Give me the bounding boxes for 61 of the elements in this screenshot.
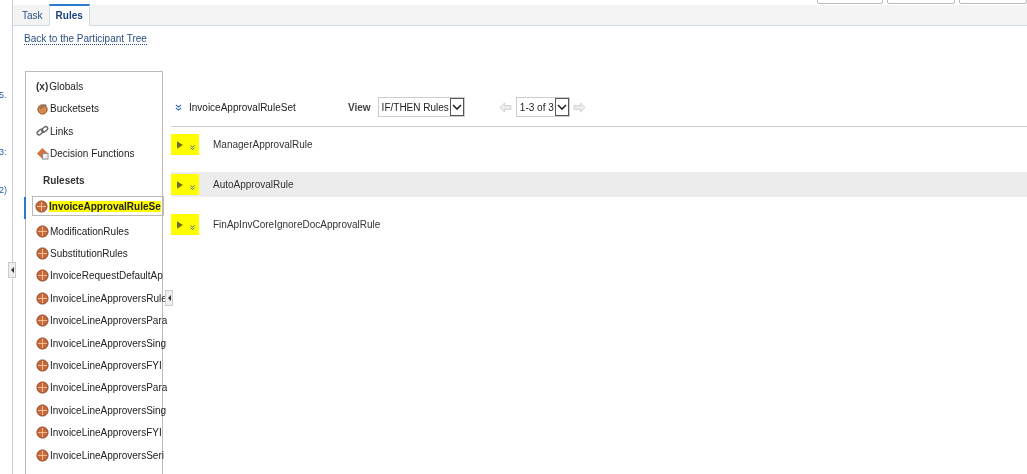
play-icon xyxy=(177,139,183,150)
ruleset-item[interactable]: InvoiceLineApproversSing xyxy=(26,331,167,355)
rule-name: FinApInvCoreIgnoreDocApprovalRule xyxy=(213,219,381,230)
text-fragment: 3: xyxy=(0,147,7,157)
ruleset-item[interactable]: InvoiceLineApproversSing xyxy=(26,399,167,422)
view-label: View xyxy=(348,101,371,113)
ruleset-item[interactable]: SubstitutionRules xyxy=(26,242,128,265)
ruleset-icon xyxy=(36,359,49,373)
rule-name: ManagerApprovalRule xyxy=(213,139,313,150)
sidebar-item[interactable]: Bucketsets xyxy=(26,97,162,120)
rule-row[interactable]: ManagerApprovalRule xyxy=(171,132,1027,157)
function-icon xyxy=(36,147,49,161)
rule-toggle[interactable] xyxy=(171,134,199,155)
collapse-handle[interactable] xyxy=(8,262,16,278)
ruleset-icon xyxy=(36,448,49,462)
ruleset-item[interactable]: InvoiceLineApproversRule xyxy=(26,287,167,310)
back-link[interactable]: Back to the Participant Tree xyxy=(24,33,147,45)
expand-icon[interactable] xyxy=(175,103,182,111)
text-fragment: 2) xyxy=(0,185,7,195)
ruleset-icon xyxy=(36,269,49,283)
ruleset-icon xyxy=(36,291,49,305)
play-icon xyxy=(177,219,183,230)
rule-row[interactable]: FinApInvCoreIgnoreDocApprovalRule xyxy=(171,212,1027,237)
ruleset-item[interactable]: InvoiceLineApproversPara xyxy=(26,376,168,400)
ruleset-item[interactable]: ModificationRules xyxy=(26,220,129,243)
sidebar-item[interactable]: Links xyxy=(26,120,162,143)
ruleset-icon xyxy=(36,403,49,417)
ruleset-icon xyxy=(35,199,48,213)
collapse-handle[interactable] xyxy=(165,290,173,306)
sidebar-item[interactable]: Decision Functions xyxy=(26,142,162,165)
rule-row[interactable]: AutoApprovalRule xyxy=(171,172,1027,197)
tab[interactable]: Task xyxy=(16,6,49,25)
section-heading: Rulesets xyxy=(42,173,86,188)
ruleset-item[interactable]: InvoiceLineApproversPara xyxy=(26,309,168,332)
text-fragment: 5. xyxy=(0,90,7,100)
variable-icon: (x) xyxy=(36,80,49,92)
rule-toggle[interactable] xyxy=(171,174,199,195)
expand-icon xyxy=(189,184,195,191)
ruleset-icon xyxy=(36,336,49,350)
view-dropdown[interactable]: IF/THEN Rules xyxy=(377,97,465,117)
ruleset-item[interactable]: InvoiceRequestDefaultAp xyxy=(26,264,163,288)
ruleset-item[interactable]: InvoiceLineApproversFYI xyxy=(26,421,162,444)
ruleset-icon xyxy=(36,426,49,440)
ruleset-item[interactable]: InvoiceLineApproversFYI xyxy=(26,354,162,377)
sidebar-item[interactable]: (x)Globals xyxy=(26,75,162,98)
bucket-icon xyxy=(36,102,49,116)
tab[interactable]: Rules xyxy=(48,4,90,26)
ruleset-icon xyxy=(36,247,49,261)
rule-name: AutoApprovalRule xyxy=(213,179,294,190)
ruleset-icon xyxy=(36,224,49,238)
ruleset-item[interactable]: InvoiceLineApproversSeri xyxy=(26,443,164,467)
expand-icon xyxy=(189,144,195,151)
ruleset-icon xyxy=(36,314,49,328)
page-dropdown[interactable]: 1-3 of 3 xyxy=(515,97,570,117)
ruleset-icon xyxy=(36,381,49,395)
rule-toggle[interactable] xyxy=(171,214,199,235)
ruleset-name: InvoiceApprovalRuleSet xyxy=(189,101,297,113)
play-icon xyxy=(177,179,183,190)
expand-icon xyxy=(189,224,195,231)
ruleset-item[interactable]: InvoiceApprovalRuleSe xyxy=(32,196,164,216)
chain-icon xyxy=(36,124,49,138)
